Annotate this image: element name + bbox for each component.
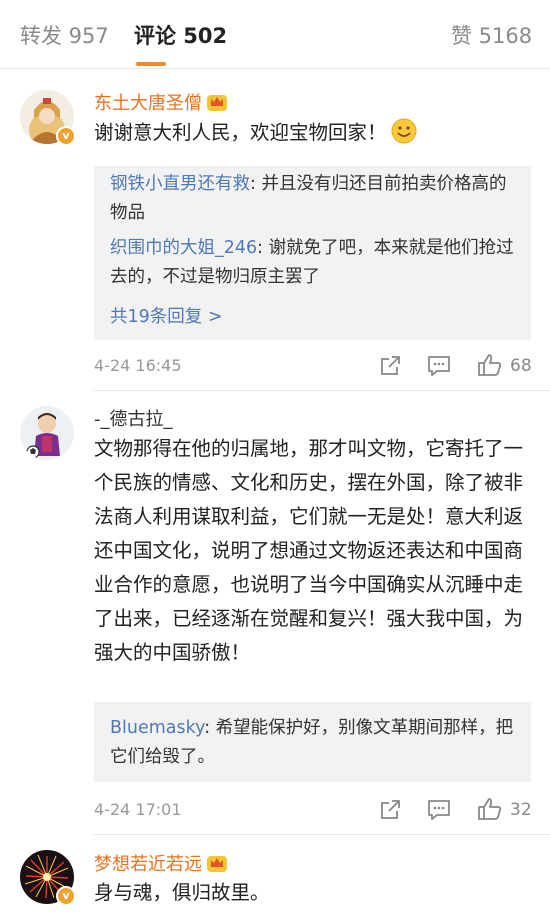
username[interactable]: 梦想若近若远: [94, 850, 228, 876]
reply-item[interactable]: Bluemasky: 希望能保护好，别像文革期间那样，把它们给毁了。: [110, 714, 520, 772]
comment-text: 谢谢意大利人民，欢迎宝物回家！: [94, 116, 534, 150]
username[interactable]: -_德古拉_: [94, 405, 173, 431]
comment-text: 文物那得在他的归属地，那才叫文物，它寄托了一个民族的情感、文化和历史，摆在外国，…: [94, 437, 524, 664]
comment-text-content: 谢谢意大利人民，欢迎宝物回家！: [94, 121, 387, 144]
share-icon[interactable]: [378, 798, 402, 822]
avatar[interactable]: [20, 406, 74, 460]
smile-emoji-icon: [391, 118, 417, 144]
avatar[interactable]: v: [20, 850, 76, 906]
reply-icon[interactable]: [427, 799, 451, 821]
vip-crown-icon: [207, 856, 227, 872]
reply-item[interactable]: 织围巾的大姐_246: 谢就免了吧，本来就是他们抢过去的，不过是物归原主罢了: [110, 234, 520, 292]
avatar-image: [20, 406, 74, 460]
tabs-divider: [0, 68, 550, 69]
comment-text: 身与魂，俱归故里。: [94, 881, 270, 904]
reply-icon[interactable]: [427, 355, 451, 377]
more-replies-link[interactable]: 共19条回复 >: [110, 303, 223, 328]
reply-username[interactable]: 织围巾的大姐_246: [110, 238, 257, 258]
thumbs-up-icon[interactable]: [477, 353, 503, 377]
thumbs-up-icon[interactable]: [477, 797, 503, 821]
username-text: 梦想若近若远: [94, 854, 202, 875]
verified-badge-icon: v: [56, 886, 76, 906]
comment-time: 4-24 17:01: [94, 800, 182, 819]
comment-tabs: 转发 957 评论 502 赞 5168: [0, 0, 550, 70]
reply-username[interactable]: Bluemasky: [110, 718, 204, 738]
vip-crown-icon: [207, 95, 227, 111]
tab-likes[interactable]: 赞 5168: [451, 20, 532, 50]
verified-badge-icon: v: [56, 126, 76, 146]
share-icon[interactable]: [378, 354, 402, 378]
reply-item[interactable]: 钢铁小直男还有救: 并且没有归还目前拍卖价格高的物品: [110, 170, 520, 228]
comment-divider: [94, 834, 550, 835]
username-text: 东土大唐圣僧: [94, 93, 202, 114]
comment-time: 4-24 16:45: [94, 356, 182, 375]
reply-box: 钢铁小直男还有救: 并且没有归还目前拍卖价格高的物品 织围巾的大姐_246: 谢…: [94, 166, 531, 340]
reply-box: Bluemasky: 希望能保护好，别像文革期间那样，把它们给毁了。: [94, 702, 531, 782]
username[interactable]: 东土大唐圣僧: [94, 89, 228, 115]
like-count: 32: [510, 800, 532, 820]
active-tab-indicator: [136, 62, 166, 66]
comment-divider: [94, 390, 550, 391]
tab-comments[interactable]: 评论 502: [134, 20, 227, 50]
like-count: 68: [510, 356, 532, 376]
reply-username[interactable]: 钢铁小直男还有救: [110, 174, 250, 194]
avatar[interactable]: v: [20, 90, 76, 146]
tab-reposts[interactable]: 转发 957: [20, 20, 109, 50]
